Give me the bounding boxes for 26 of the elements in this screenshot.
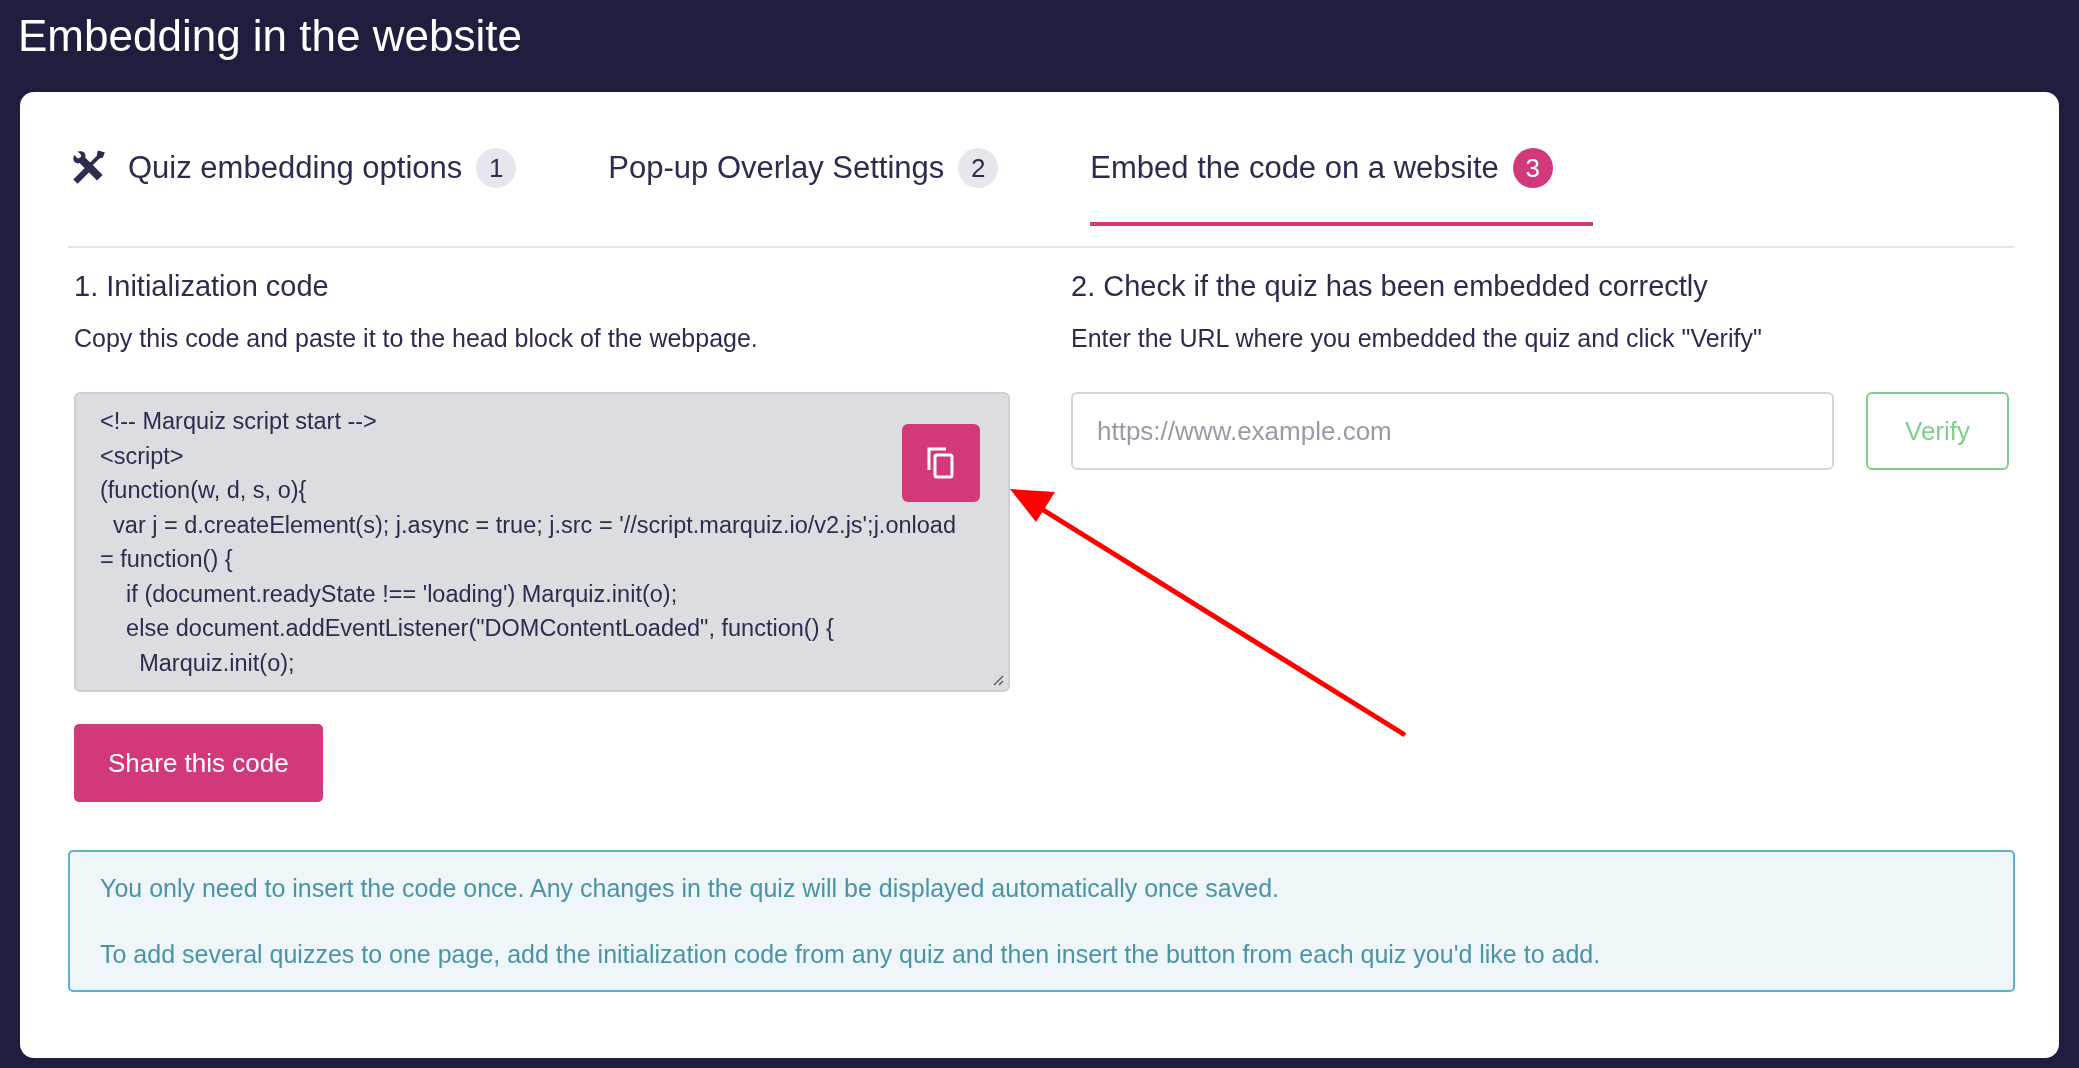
code-line: if (document.readyState !== 'loading') Marquiz.init(o); (125, 579, 678, 609)
tab[interactable]: Embed the code on a website 3 (1090, 92, 1593, 226)
share-code-button[interactable]: Share this code (74, 724, 323, 802)
code-line: <script> (100, 441, 184, 471)
page-title: Embedding in the website (17, 10, 523, 62)
copy-icon (926, 446, 956, 480)
step-count-badge: 3 (1512, 148, 1553, 188)
step-count-badge: 2 (958, 148, 999, 188)
info-text: To add several quizzes to one page, add the initialization code from any quiz and then insert the button from each quiz you'd like to add. (100, 939, 1602, 970)
code-line: = function() { (100, 545, 233, 574)
url-input-field[interactable]: https://www.example.com (1071, 392, 1834, 470)
step-count-badge: 1 (476, 148, 517, 188)
section-heading: 2. Check if the quiz has been embedded correctly (1071, 269, 1709, 304)
tab[interactable]: Pop-up Overlay Settings 2 (608, 92, 999, 226)
info-text: You only need to insert the code once. Any changes in the quiz will be displayed automatically once saved. (100, 873, 1280, 904)
code-line: <!-- Marquiz script start --> (100, 407, 377, 436)
code-line: (function(w, d, s, o){ (100, 476, 307, 505)
resize-handle-icon[interactable] (992, 674, 1004, 686)
section-description: Enter the URL where you embedded the quiz and click "Verify" (1071, 323, 1763, 354)
code-line: else document.addEventListener("DOMContentLoaded", function() { (125, 614, 834, 643)
code-line: Marquiz.init(o); (138, 648, 295, 678)
code-line: var j = d.createElement(s); j.async = true; j.src = '//script.marquiz.io/v2.js';j.onload (112, 510, 956, 540)
section-description: Copy this code and paste it to the head block of the webpage. (74, 323, 759, 354)
copy-button[interactable] (902, 424, 980, 502)
section-heading: 1. Initialization code (74, 269, 330, 304)
tab[interactable]: Quiz embedding options 1 (68, 92, 517, 226)
